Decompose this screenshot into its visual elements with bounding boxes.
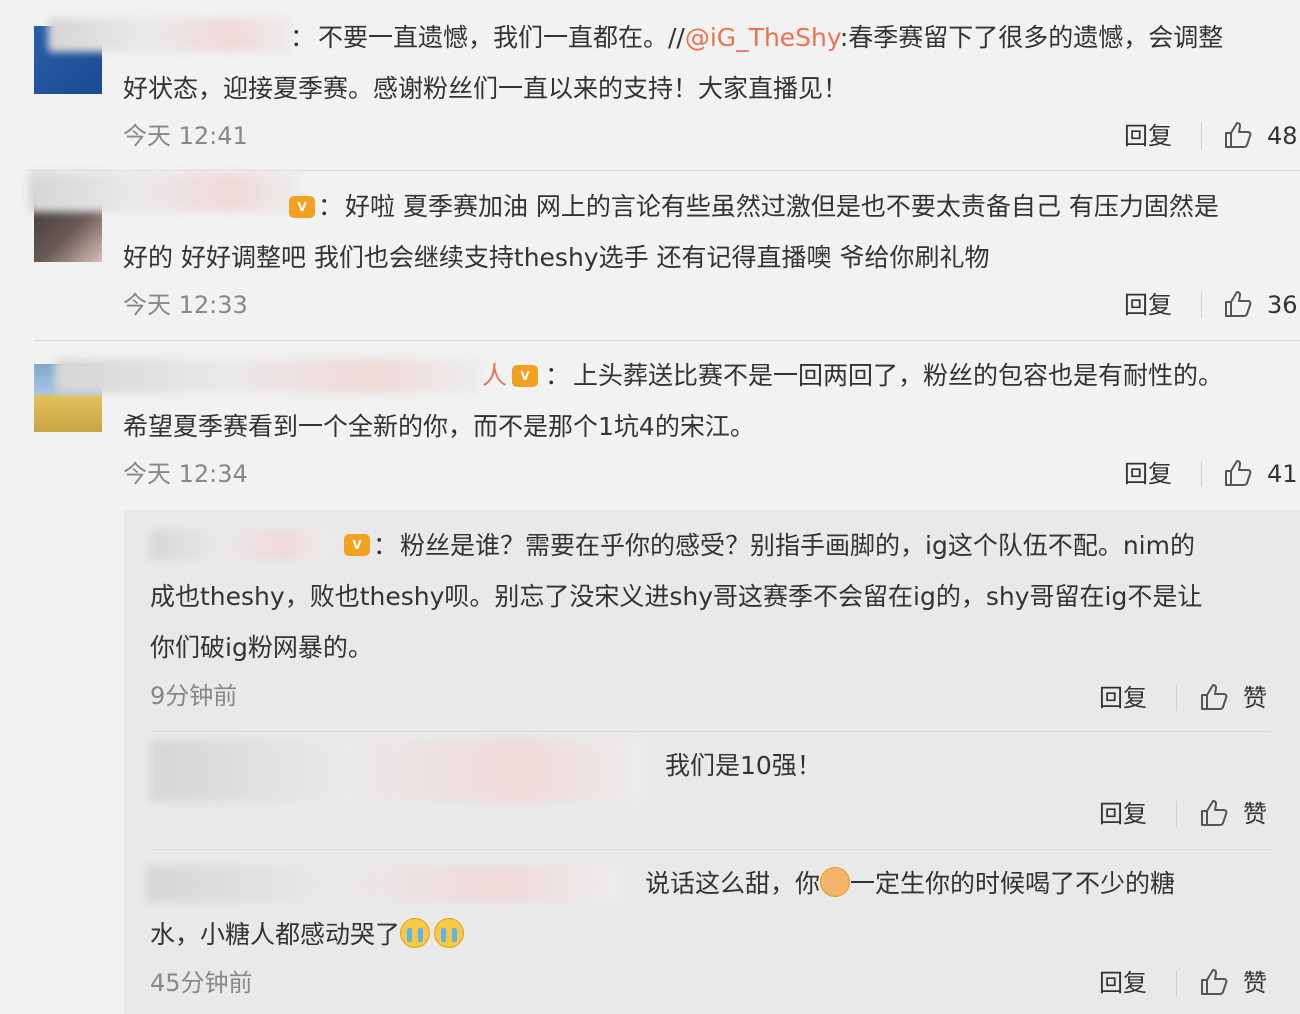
crying-emoji-icon (400, 918, 431, 948)
comment-text-part: :春季赛留下了很多的遗憾，会调整 (839, 23, 1224, 52)
reply-button[interactable]: 回复 (1124, 459, 1172, 489)
subcomment-time: 9分钟前 (150, 682, 238, 710)
username-blurred[interactable] (150, 530, 330, 560)
subcomment-text-line2: 水，小糖人都感动哭了 (150, 918, 465, 952)
username-blurred[interactable] (28, 172, 300, 212)
comment-text-line2: 好的 好好调整吧 我们也会继续支持theshy选手 还有记得直播噢 爷给你刷礼物 (123, 243, 990, 272)
comment-text: 好啦 夏季赛加油 网上的言论有些虽然过激但是也不要太责备自己 有压力固然是 (345, 192, 1219, 221)
comment-text-line2: 好状态，迎接夏季赛。感谢粉丝们一直以来的支持！大家直播见！ (123, 74, 849, 103)
subcomment-text-line2: 成也theshy，败也theshy呗。别忘了没宋义进shy哥这赛季不会留在ig的… (150, 582, 1203, 611)
subcomment-text: 说话这么甜，你 一定生你的时候喝了不少的糖 (645, 867, 1175, 901)
like-label[interactable]: 赞 (1243, 683, 1267, 713)
like-count: 41 (1267, 460, 1298, 488)
comment-separator: ： (373, 531, 399, 560)
divider-vertical (1201, 123, 1202, 149)
comment-time: 今天 12:41 (123, 122, 248, 150)
divider-vertical (1201, 461, 1202, 487)
like-label[interactable]: 赞 (1243, 799, 1267, 829)
like-thumb-icon[interactable] (1222, 119, 1254, 151)
divider-vertical (1176, 970, 1177, 996)
subcomment-text-line3: 你们破ig粉网暴的。 (150, 633, 373, 662)
username-tail[interactable]: 人 (482, 359, 507, 393)
subcomment-divider (150, 731, 1270, 732)
comment-text: 上头葬送比赛不是一回两回了，粉丝的包容也是有耐性的。 (573, 361, 1224, 390)
subcomment-text-part: 水，小糖人都感动哭了 (150, 920, 401, 949)
like-thumb-icon[interactable] (1198, 681, 1230, 713)
username-blurred[interactable] (150, 740, 645, 802)
like-thumb-icon[interactable] (1222, 457, 1254, 489)
comment-separator: ： (318, 192, 344, 221)
comment-text-line2: 希望夏季赛看到一个全新的你，而不是那个1坑4的宋江。 (123, 412, 755, 441)
comment-time: 今天 12:34 (123, 460, 248, 488)
subcomment-divider (150, 849, 1270, 850)
comment-divider (34, 340, 1300, 341)
username-blurred[interactable] (55, 359, 480, 393)
divider-vertical (1201, 292, 1202, 318)
comment-divider (26, 170, 1300, 171)
username-blurred[interactable] (146, 866, 620, 902)
reply-button[interactable]: 回复 (1099, 968, 1147, 998)
crying-emoji-icon (434, 918, 465, 948)
subcomment-text-part: 说话这么甜，你 (645, 869, 821, 898)
divider-vertical (1176, 685, 1177, 711)
comment-separator: ： (290, 23, 316, 52)
like-count: 36 (1267, 291, 1298, 319)
comment-separator: ： (545, 361, 571, 390)
divider-vertical (1176, 801, 1177, 827)
mention-link[interactable]: @iG_TheShy (685, 23, 840, 52)
vip-badge: V (289, 196, 315, 218)
face-emoji-icon (820, 867, 851, 897)
reply-button[interactable]: 回复 (1124, 121, 1172, 151)
comment-text: 不要一直遗憾，我们一直都在。//@iG_TheShy:春季赛留下了很多的遗憾，会… (318, 21, 1223, 55)
vip-badge: V (512, 365, 538, 387)
like-count: 48 (1267, 122, 1298, 150)
vip-badge: V (344, 534, 370, 556)
reply-button[interactable]: 回复 (1099, 799, 1147, 829)
like-thumb-icon[interactable] (1222, 288, 1254, 320)
subcomment-text: 我们是10强！ (665, 751, 822, 780)
subcomment-text-part: 一定生你的时候喝了不少的糖 (850, 869, 1176, 898)
comment-text-part: 不要一直遗憾，我们一直都在。// (318, 23, 685, 52)
like-thumb-icon[interactable] (1198, 797, 1230, 829)
subcomment-text: 粉丝是谁？需要在乎你的感受？别指手画脚的，ig这个队伍不配。nim的 (400, 531, 1195, 560)
reply-button[interactable]: 回复 (1099, 683, 1147, 713)
reply-button[interactable]: 回复 (1124, 290, 1172, 320)
like-label[interactable]: 赞 (1243, 968, 1267, 998)
like-thumb-icon[interactable] (1198, 966, 1230, 998)
username-blurred[interactable] (48, 18, 293, 52)
comment-time: 今天 12:33 (123, 291, 248, 319)
subcomment-time: 45分钟前 (150, 969, 253, 997)
